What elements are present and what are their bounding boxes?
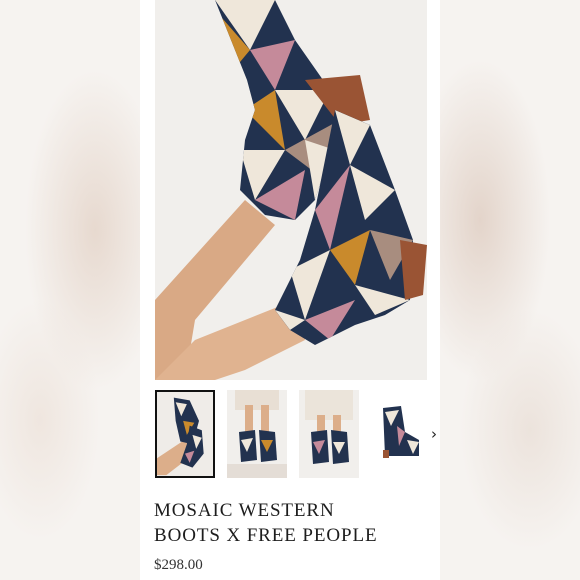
thumbnail-3[interactable] xyxy=(299,390,359,478)
thumbnail-2[interactable] xyxy=(227,390,287,478)
main-product-image[interactable] xyxy=(155,0,427,380)
product-title-line1: MOSAIC WESTERN xyxy=(154,500,335,521)
chevron-right-icon[interactable]: › xyxy=(427,424,440,444)
thumbnail-1[interactable] xyxy=(155,390,215,478)
product-card: › MOSAIC WESTERN BOOTS X FREE PEOPLE $29… xyxy=(140,0,440,580)
thumbnail-strip: › xyxy=(155,390,440,482)
product-title-line2: BOOTS X FREE PEOPLE xyxy=(154,525,378,546)
product-price: $298.00 xyxy=(154,557,203,573)
thumbnail-4[interactable] xyxy=(371,390,431,478)
blurred-background-right xyxy=(440,0,580,580)
product-title: MOSAIC WESTERN BOOTS X FREE PEOPLE xyxy=(154,498,434,548)
blurred-background-left xyxy=(0,0,140,580)
